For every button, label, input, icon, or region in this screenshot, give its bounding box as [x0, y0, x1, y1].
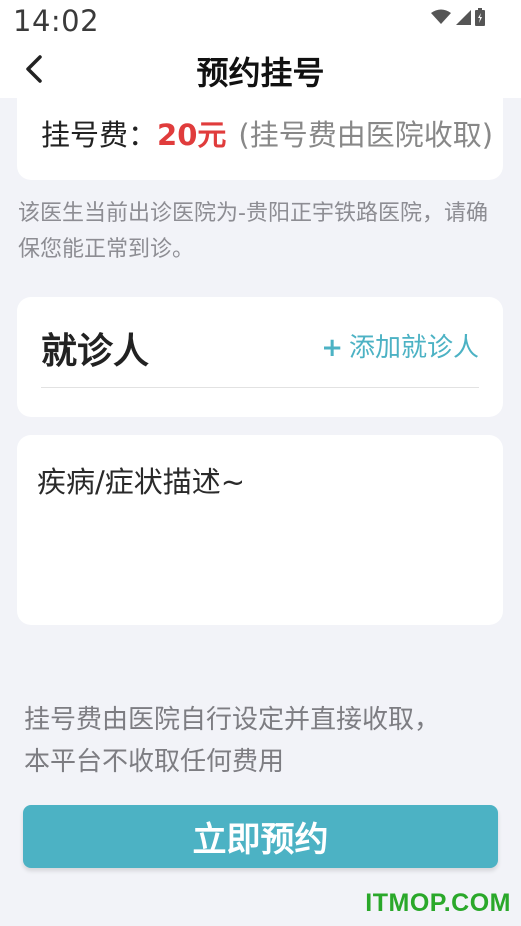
fee-note: (挂号费由医院收取): [238, 118, 494, 152]
status-time: 14:02: [13, 4, 100, 38]
symptom-card: [17, 435, 503, 625]
hospital-notice: 该医生当前出诊医院为-贵阳正宇铁路医院，请确保您能正常到诊。: [18, 201, 488, 262]
fee-label: 挂号费：: [41, 118, 158, 152]
add-patient-button[interactable]: + 添加就诊人: [321, 327, 479, 364]
fee-disclaimer: 挂号费由医院自行设定并直接收取， 本平台不收取任何费用: [24, 699, 494, 783]
signal-icon: [456, 10, 471, 25]
add-patient-label: 添加就诊人: [348, 333, 479, 363]
book-now-button[interactable]: 立即预约: [23, 805, 498, 868]
plus-icon: +: [321, 333, 343, 363]
battery-icon: [475, 8, 485, 26]
disclaimer-line: 挂号费由医院自行设定并直接收取，: [24, 705, 441, 735]
divider: [41, 387, 479, 388]
watermark: ITMOP.COM: [365, 889, 511, 917]
fee-row: 挂号费：20元 (挂号费由医院收取): [41, 112, 493, 154]
symptom-input[interactable]: [35, 457, 485, 609]
patient-title: 就诊人: [41, 331, 150, 372]
status-bar: 14:02: [0, 0, 521, 44]
fee-amount: 20元: [157, 118, 227, 152]
page-title: 预约挂号: [196, 54, 325, 92]
wifi-icon: [431, 9, 451, 24]
patient-card: 就诊人 + 添加就诊人: [17, 297, 503, 417]
nav-bar: 预约挂号: [0, 44, 521, 98]
status-icons: [431, 8, 485, 26]
disclaimer-line: 本平台不收取任何费用: [24, 747, 285, 777]
